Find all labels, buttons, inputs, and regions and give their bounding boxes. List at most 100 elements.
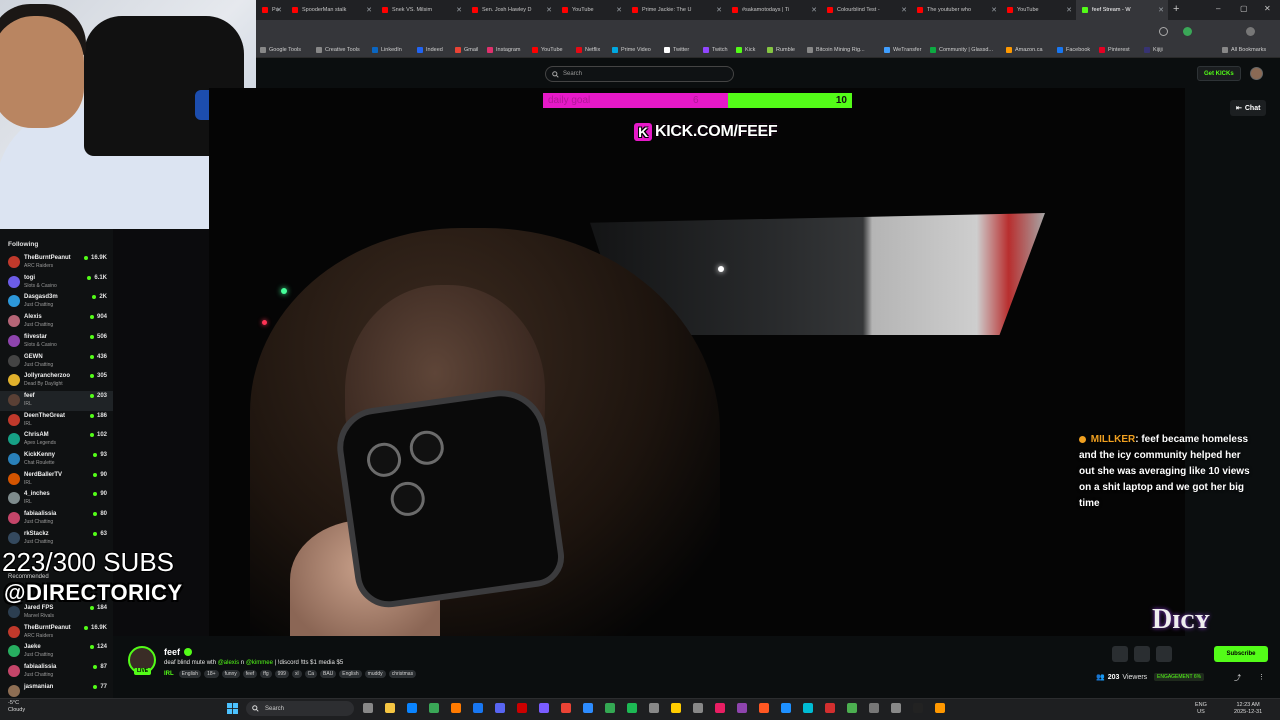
- bookmark-item[interactable]: Twitch: [703, 42, 728, 58]
- sidebar-channel-item[interactable]: Jared FPS Marvel Rivals 184: [0, 603, 113, 623]
- share-icon[interactable]: ⤴: [1234, 673, 1241, 683]
- sidebar-channel-item[interactable]: feef IRL 203: [0, 390, 113, 411]
- taskbar-app-icon[interactable]: [737, 703, 747, 713]
- browser-tab[interactable]: Snek VS. Milsim ✕: [376, 0, 466, 20]
- mention-link[interactable]: @alexis: [218, 660, 239, 666]
- stream-tag[interactable]: Ca: [304, 670, 317, 678]
- sidebar-channel-item[interactable]: Alexis Just Chatting 904: [0, 312, 113, 332]
- taskbar-app-icon[interactable]: [451, 703, 461, 713]
- close-tab-icon[interactable]: ✕: [616, 6, 622, 14]
- sidebar-channel-item[interactable]: NerdBallerTV IRL 90: [0, 470, 113, 490]
- bookmark-item[interactable]: WeTransfer: [884, 42, 921, 58]
- extension-icon[interactable]: [1183, 27, 1192, 36]
- taskbar-app-icon[interactable]: [891, 703, 901, 713]
- taskbar-app-icon[interactable]: [693, 703, 703, 713]
- weather-widget[interactable]: -5°C Cloudy: [8, 700, 25, 714]
- taskbar-app-icon[interactable]: [561, 703, 571, 713]
- taskbar-app-icon[interactable]: [627, 703, 637, 713]
- category-link[interactable]: IRL: [164, 671, 174, 677]
- browser-tab[interactable]: Colourblind Test - ✕: [821, 0, 911, 20]
- taskbar-app-icon[interactable]: [935, 703, 945, 713]
- bookmark-item[interactable]: Instagram: [487, 42, 520, 58]
- bookmark-item[interactable]: Gmail: [455, 42, 478, 58]
- clock[interactable]: 12:23 AM 2025-12-31: [1234, 702, 1262, 716]
- stream-tag[interactable]: 18+: [204, 670, 219, 678]
- sidebar-channel-item[interactable]: TheBurntPeanut ARC Raiders 16.9K: [0, 253, 113, 273]
- sidebar-channel-item[interactable]: GEWN Just Chatting 436: [0, 352, 113, 372]
- minimize-button[interactable]: –: [1216, 4, 1220, 13]
- stream-tag[interactable]: English: [339, 670, 362, 678]
- taskbar-app-icon[interactable]: [847, 703, 857, 713]
- browser-tab[interactable]: Prime Jackie: The U ✕: [626, 0, 726, 20]
- taskbar-app-icon[interactable]: [539, 703, 549, 713]
- sidebar-channel-item[interactable]: ChrisAM Apex Legends 102: [0, 430, 113, 450]
- close-tab-icon[interactable]: ✕: [811, 6, 817, 14]
- profile-icon[interactable]: [1246, 27, 1255, 36]
- taskbar-app-icon[interactable]: [363, 703, 373, 713]
- notification-bell-button[interactable]: [1112, 646, 1128, 662]
- close-tab-icon[interactable]: ✕: [901, 6, 907, 14]
- sidebar-channel-item[interactable]: 4_inches IRL 90: [0, 489, 113, 509]
- taskbar-app-icon[interactable]: [583, 703, 593, 713]
- bookmark-item[interactable]: Twitter: [664, 42, 689, 58]
- taskbar-app-icon[interactable]: [517, 703, 527, 713]
- windows-start-icon[interactable]: [227, 703, 238, 714]
- language-indicator[interactable]: ENG US: [1195, 702, 1207, 716]
- sidebar-channel-item[interactable]: fabiaalissia Just Chatting 87: [0, 662, 113, 682]
- taskbar-app-icon[interactable]: [913, 703, 923, 713]
- browser-tab[interactable]: YouTube ✕: [1001, 0, 1076, 20]
- bookmark-item[interactable]: YouTube: [532, 42, 563, 58]
- taskbar-app-icon[interactable]: [605, 703, 615, 713]
- sidebar-channel-item[interactable]: DeenTheGreat IRL 186: [0, 411, 113, 431]
- chat-toggle-button[interactable]: ⇤ Chat: [1230, 100, 1267, 116]
- bookmark-item[interactable]: Kick: [736, 42, 755, 58]
- stream-tag[interactable]: xl: [291, 670, 302, 678]
- new-tab-button[interactable]: +: [1173, 3, 1179, 15]
- stream-tag[interactable]: ffg: [260, 670, 272, 678]
- bookmark-item[interactable]: Creative Tools: [316, 42, 360, 58]
- close-window-button[interactable]: ✕: [1264, 4, 1271, 13]
- get-kicks-button[interactable]: Get KICKs: [1197, 66, 1241, 81]
- streamer-name[interactable]: feef: [164, 647, 193, 657]
- close-tab-icon[interactable]: ✕: [991, 6, 997, 14]
- taskbar-app-icon[interactable]: [715, 703, 725, 713]
- sidebar-channel-item[interactable]: KickKenny Chat Roulette 93: [0, 450, 113, 470]
- all-bookmarks[interactable]: All Bookmarks: [1222, 42, 1266, 58]
- stream-tag[interactable]: muddy: [364, 670, 386, 678]
- mention-link[interactable]: @kimmee: [246, 660, 273, 666]
- close-tab-icon[interactable]: ✕: [276, 6, 282, 14]
- user-avatar[interactable]: [1250, 67, 1263, 80]
- browser-tab[interactable]: YouTube ✕: [556, 0, 626, 20]
- stream-tag[interactable]: BAU: [319, 670, 337, 678]
- gift-button[interactable]: [1156, 646, 1172, 662]
- close-tab-icon[interactable]: ✕: [1066, 6, 1072, 14]
- bookmark-item[interactable]: Rumble: [767, 42, 795, 58]
- taskbar-app-icon[interactable]: [869, 703, 879, 713]
- bookmark-item[interactable]: Kijiji: [1144, 42, 1163, 58]
- sidebar-channel-item[interactable]: Jollyrancherzoo Dead By Daylight 305: [0, 371, 113, 391]
- close-tab-icon[interactable]: ✕: [546, 6, 552, 14]
- sidebar-channel-item[interactable]: Dasgasd3m Just Chatting 2K: [0, 292, 113, 312]
- bookmark-item[interactable]: Bitcoin Mining Rig...: [807, 42, 865, 58]
- taskbar-app-icon[interactable]: [495, 703, 505, 713]
- taskbar-app-icon[interactable]: [781, 703, 791, 713]
- close-tab-icon[interactable]: ✕: [456, 6, 462, 14]
- browser-tab[interactable]: #sakamotodays | Ti ✕: [726, 0, 821, 20]
- browser-tab[interactable]: Sen. Josh Hawley D ✕: [466, 0, 556, 20]
- bookmark-item[interactable]: Community | Glassd...: [930, 42, 993, 58]
- close-tab-icon[interactable]: ✕: [716, 6, 722, 14]
- taskbar-app-icon[interactable]: [407, 703, 417, 713]
- taskbar-app-icon[interactable]: [429, 703, 439, 713]
- close-tab-icon[interactable]: ✕: [1158, 6, 1164, 14]
- browser-tab[interactable]: SpooderMan stalk ✕: [286, 0, 376, 20]
- sidebar-channel-item[interactable]: Jaeke Just Chatting 124: [0, 642, 113, 662]
- taskbar-app-icon[interactable]: [759, 703, 769, 713]
- browser-tab[interactable]: The youtuber who ✕: [911, 0, 1001, 20]
- taskbar-app-icon[interactable]: [473, 703, 483, 713]
- browser-tab[interactable]: feef Stream - W ✕: [1076, 0, 1168, 20]
- sidebar-channel-item[interactable]: fiivestar Slots & Casino 506: [0, 332, 113, 352]
- bookmark-item[interactable]: Pinterest: [1099, 42, 1130, 58]
- stream-tag[interactable]: funny: [221, 670, 240, 678]
- bookmark-item[interactable]: Google Tools: [260, 42, 301, 58]
- search-input[interactable]: Search: [545, 66, 734, 82]
